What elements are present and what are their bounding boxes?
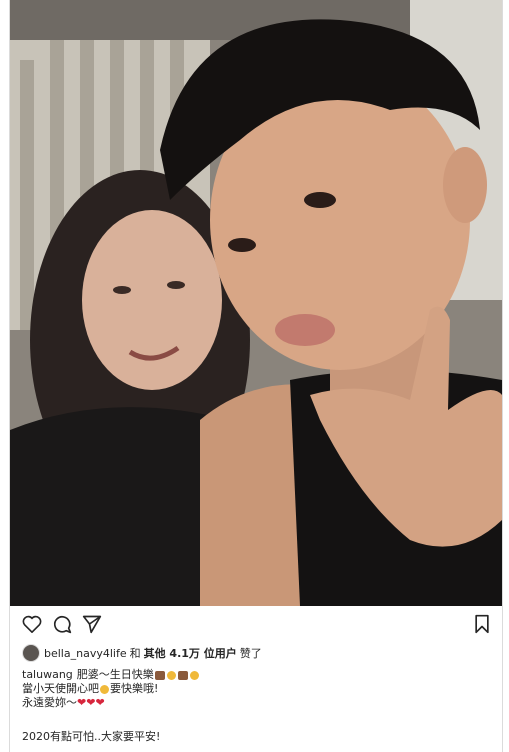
heart-icon[interactable] xyxy=(20,612,44,636)
cake-emoji-icon xyxy=(177,670,188,680)
action-bar xyxy=(10,608,502,638)
post-photo[interactable] xyxy=(10,0,502,606)
post-caption: taluwang 肥婆～生日快樂 當小天使開心吧 要快樂哦! 永遠愛妳～❤❤❤ xyxy=(22,668,492,710)
caption-text-1: 肥婆～生日快樂 xyxy=(76,668,154,681)
caption-line-3: 永遠愛妳～❤❤❤ xyxy=(22,696,492,710)
heart-emoji-icon: ❤ xyxy=(77,696,87,709)
caption-line-1: taluwang 肥婆～生日快樂 xyxy=(22,668,492,682)
bear-emoji-icon xyxy=(166,670,176,680)
liker-username[interactable]: bella_navy4life xyxy=(44,647,127,660)
extra-text: 2020有點可怕..大家要平安! xyxy=(22,730,161,743)
selfie-image xyxy=(10,0,502,606)
avatar[interactable] xyxy=(22,644,40,662)
instagram-post: bella_navy4life 和 其他 4.1万 位用户 赞了 taluwan… xyxy=(9,0,503,752)
caption-line-2: 當小天使開心吧 要快樂哦! xyxy=(22,682,492,696)
comment-icon[interactable] xyxy=(50,612,74,636)
share-icon[interactable] xyxy=(80,612,104,636)
cake-emoji-icon xyxy=(154,670,165,680)
heart-emoji-icon: ❤ xyxy=(95,696,105,709)
likes-and: 和 xyxy=(129,647,141,660)
angel-emoji-icon xyxy=(100,684,109,694)
bookmark-icon[interactable] xyxy=(470,612,494,636)
bear-emoji-icon xyxy=(189,670,199,680)
caption-text-2b: 要快樂哦! xyxy=(110,682,159,695)
caption-username[interactable]: taluwang xyxy=(22,668,73,681)
likes-others[interactable]: 其他 4.1万 位用户 xyxy=(144,645,237,661)
caption-text-2a: 當小天使開心吧 xyxy=(22,682,99,695)
likes-suffix: 赞了 xyxy=(239,647,262,660)
likes-summary: bella_navy4life 和 其他 4.1万 位用户 赞了 xyxy=(22,643,262,663)
caption-text-3: 永遠愛妳～ xyxy=(22,696,77,709)
